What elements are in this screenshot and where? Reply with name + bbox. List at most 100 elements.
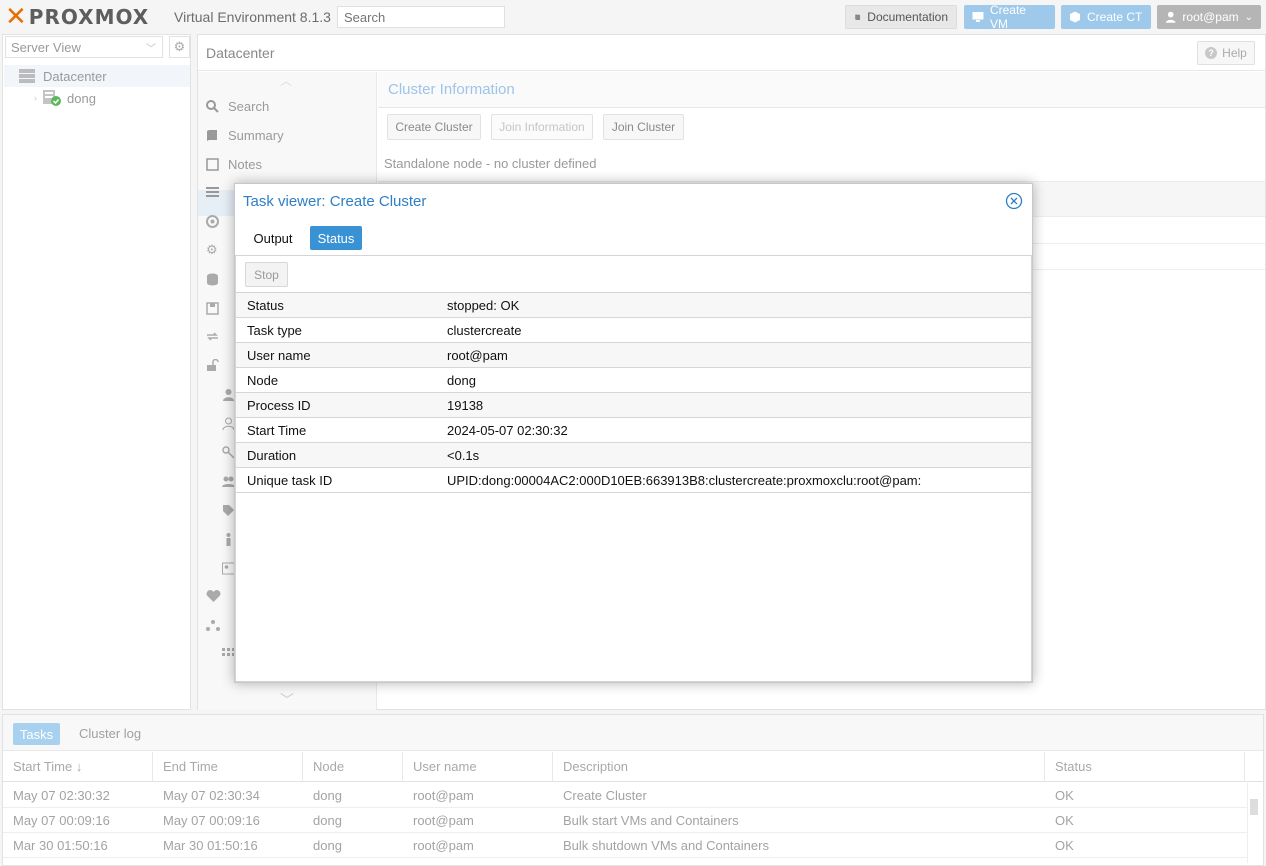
user-icon (1165, 11, 1176, 23)
status-row: Duration <0.1s (236, 443, 1031, 468)
brand-name: PROXMOX (28, 5, 150, 29)
tree-item-datacenter[interactable]: Datacenter (4, 65, 190, 87)
search-input[interactable] (337, 6, 505, 28)
status-key: Node (247, 373, 279, 388)
close-icon[interactable] (1005, 192, 1023, 210)
cell-node: dong (313, 813, 342, 828)
tree-item-label: dong (67, 90, 96, 106)
proxmox-logo[interactable]: ✕ PROXMOX (5, 2, 150, 32)
create-ct-label: Create CT (1087, 10, 1143, 24)
status-row: Unique task ID UPID:dong:00004AC2:000D10E… (236, 468, 1031, 493)
view-selector[interactable]: Server View ﹀ (5, 36, 163, 58)
cell-end-time: Mar 30 01:50:16 (163, 838, 258, 853)
status-key: Duration (247, 448, 297, 463)
unlock-icon[interactable] (206, 359, 219, 372)
nav-item-summary[interactable]: Summary (206, 121, 284, 149)
task-table-header: Start Time ↓ End Time Node User name Des… (3, 752, 1263, 782)
status-value: <0.1s (447, 448, 480, 463)
cell-user-name: root@pam (413, 788, 474, 803)
replication-icon[interactable] (206, 330, 219, 343)
heartbeat-icon[interactable] (206, 590, 221, 603)
chevron-down-icon: ⌄ (1244, 11, 1253, 23)
expander-icon[interactable]: › (34, 93, 37, 103)
nav-item-label: Summary (228, 127, 284, 143)
node-online-icon (43, 90, 61, 106)
status-row: Task type clustercreate (236, 318, 1031, 343)
help-label: Help (1222, 46, 1247, 60)
stop-button[interactable]: Stop (245, 262, 288, 287)
tab-output[interactable]: Output (245, 226, 301, 250)
cell-node: dong (313, 838, 342, 853)
book-icon (207, 129, 217, 141)
resource-tree: Server View ﹀ ⚙ Datacenter › dong (2, 34, 191, 710)
gear-icon[interactable]: ⚙ (206, 242, 218, 258)
sort-desc-icon: ↓ (75, 759, 83, 774)
scrollbar-thumb[interactable] (1250, 799, 1258, 815)
tab-cluster-log[interactable]: Cluster log (79, 726, 141, 741)
tab-tasks[interactable]: Tasks (13, 723, 60, 745)
cluster-list-icon[interactable] (206, 186, 219, 199)
cell-status: OK (1055, 788, 1074, 803)
status-key: User name (247, 348, 311, 363)
chevron-up-icon[interactable]: ︿ (280, 72, 292, 89)
nav-item-search[interactable]: Search (206, 92, 269, 120)
nav-item-notes[interactable]: Notes (206, 150, 262, 178)
join-cluster-button[interactable]: Join Cluster (603, 114, 684, 140)
status-value: clustercreate (447, 323, 522, 338)
user-label: root@pam (1182, 10, 1239, 24)
breadcrumb: Datacenter ? Help (198, 35, 1265, 71)
task-log-tabs: Tasks Cluster log (3, 715, 1263, 751)
column-header-user-name[interactable]: User name (403, 752, 553, 782)
status-key: Unique task ID (247, 473, 333, 488)
search-icon (206, 99, 219, 113)
create-ct-button[interactable]: Create CT (1061, 5, 1151, 29)
status-row: Node dong (236, 368, 1031, 393)
column-header-description[interactable]: Description (553, 752, 1045, 782)
nav-item-label: Notes (228, 156, 262, 172)
status-value: 19138 (447, 398, 484, 413)
chevron-down-icon: ﹀ (146, 44, 156, 55)
help-button[interactable]: ? Help (1197, 41, 1255, 65)
status-row: Status stopped: OK (236, 293, 1031, 318)
cell-node: dong (313, 788, 342, 803)
column-header-status[interactable]: Status (1045, 752, 1245, 782)
cube-icon (1070, 11, 1080, 23)
task-scrollbar[interactable] (1247, 783, 1259, 863)
dialog-title: Task viewer: Create Cluster (243, 193, 427, 210)
table-row[interactable]: Mar 30 01:50:16 Mar 30 01:50:16 dong roo… (3, 833, 1247, 858)
user-menu-button[interactable]: root@pam ⌄ (1157, 5, 1261, 29)
join-information-button[interactable]: Join Information (491, 114, 593, 140)
gear-icon[interactable]: ⚙ (169, 36, 190, 58)
table-row[interactable]: May 07 00:09:16 May 07 00:09:16 dong roo… (3, 808, 1247, 833)
server-rack-icon (19, 69, 35, 83)
column-header-node[interactable]: Node (303, 752, 403, 782)
documentation-button[interactable]: Documentation (845, 5, 957, 29)
create-cluster-button[interactable]: Create Cluster (387, 114, 481, 140)
database-icon[interactable] (206, 273, 219, 286)
cell-status: OK (1055, 813, 1074, 828)
breadcrumb-text: Datacenter (206, 45, 275, 61)
proxmox-x-icon: ✕ (5, 2, 27, 32)
sdn-icon[interactable] (206, 619, 220, 632)
cell-user-name: root@pam (413, 838, 474, 853)
tab-status[interactable]: Status (310, 226, 362, 250)
documentation-label: Documentation (867, 10, 948, 24)
chevron-down-icon[interactable]: ﹀ (280, 690, 294, 710)
cell-end-time: May 07 02:30:34 (163, 788, 260, 803)
column-header-start-time[interactable]: Start Time ↓ (3, 752, 153, 782)
view-selector-value: Server View (11, 40, 81, 55)
question-icon: ? (1205, 47, 1218, 59)
tree-item-label: Datacenter (43, 68, 107, 84)
task-viewer-dialog: Task viewer: Create Cluster Output Statu… (234, 183, 1033, 683)
ceph-icon[interactable] (206, 215, 219, 228)
status-panel: Stop Status stopped: OK Task type clusterc… (235, 255, 1032, 682)
tree-item-dong[interactable]: › dong (4, 87, 190, 109)
create-vm-button[interactable]: Create VM (964, 3, 1055, 31)
cell-start-time: May 07 02:30:32 (13, 788, 110, 803)
table-row[interactable]: May 07 02:30:32 May 07 02:30:34 dong roo… (3, 783, 1247, 808)
status-key: Process ID (247, 398, 311, 413)
create-vm-label: Create VM (989, 3, 1026, 31)
backup-icon[interactable] (206, 302, 219, 315)
cell-status: OK (1055, 838, 1074, 853)
column-header-end-time[interactable]: End Time (153, 752, 303, 782)
